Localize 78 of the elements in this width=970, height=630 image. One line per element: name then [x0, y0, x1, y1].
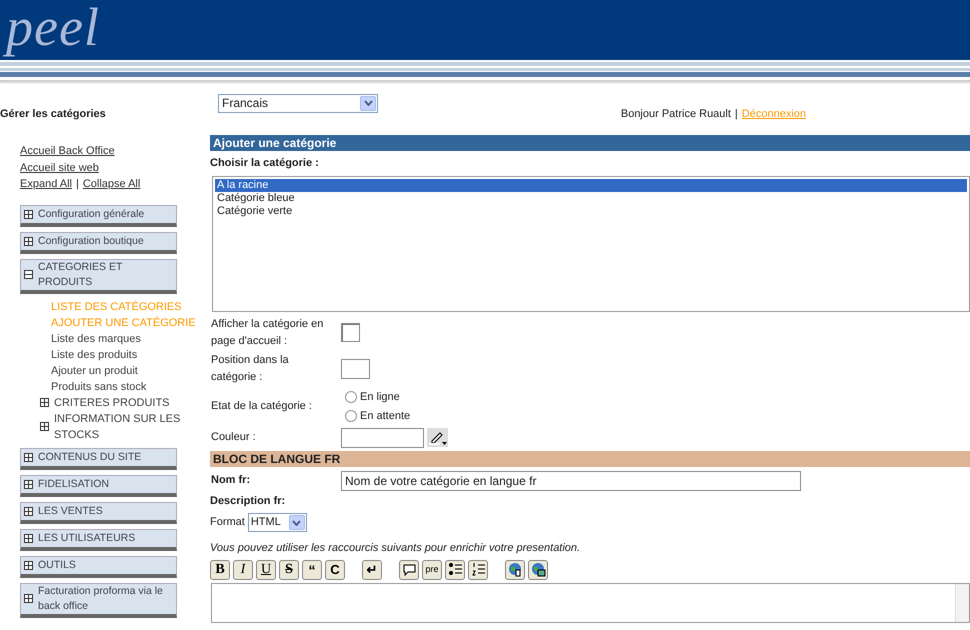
field-label: Nom fr:: [210, 473, 252, 488]
hint-text: Vous pouvez utiliser les raccourcis suivants pour enrichir votre presentation.: [210, 541, 582, 556]
section-header: Ajouter une catégorie: [210, 135, 970, 151]
expand-all-link[interactable]: Expand All: [20, 176, 72, 192]
logo: peel: [0, 0, 100, 54]
plus-icon: [25, 534, 32, 542]
submenu-group[interactable]: CRITERES PRODUITS: [40, 394, 210, 410]
category-listbox[interactable]: A la racine Catégorie bleue Catégorie verte: [212, 176, 970, 312]
field-label: Format: [210, 515, 245, 530]
checkbox[interactable]: [341, 323, 360, 342]
plus-icon: [25, 595, 32, 602]
format-button[interactable]: [528, 560, 548, 580]
field-label: Choisir la catégorie :: [210, 156, 320, 171]
radio-label: En attente: [360, 408, 410, 424]
field-label: Afficher la catégorie en page d'accueil :: [210, 316, 324, 348]
plus-icon: [25, 480, 32, 488]
list-option[interactable]: Catégorie bleue: [215, 192, 967, 204]
numbered-list-icon: [470, 562, 486, 577]
menu-header[interactable]: CONTENUS DU SITE: [20, 448, 177, 470]
greeting: Bonjour Patrice Ruault: [620, 108, 731, 120]
menu-header[interactable]: Facturation proforma via le back office: [20, 582, 177, 618]
menu-header[interactable]: CATEGORIES ET PRODUITS: [20, 258, 177, 294]
menu-header[interactable]: OUTILS: [20, 556, 177, 578]
submenu-link[interactable]: Produits sans stock: [40, 378, 210, 394]
language-select[interactable]: Francais: [218, 94, 378, 112]
color-picker-button[interactable]: [427, 428, 448, 447]
menu-header[interactable]: LES UTILISATEURS: [20, 528, 177, 550]
name-input[interactable]: Nom de votre catégorie en langue fr: [341, 470, 801, 490]
format-select[interactable]: HTML: [248, 513, 307, 532]
menu-header[interactable]: FIDELISATION: [20, 474, 177, 496]
page-title: Gérer les catégories: [0, 106, 107, 122]
minus-icon: [25, 271, 32, 278]
nav-link[interactable]: Accueil site web: [20, 160, 99, 176]
list-option[interactable]: Catégorie verte: [215, 204, 967, 218]
color-input[interactable]: [341, 428, 424, 448]
format-button[interactable]: [445, 560, 465, 580]
field-label: Etat de la catégorie :: [210, 399, 313, 414]
plus-icon: [41, 423, 48, 430]
format-button[interactable]: pre: [422, 560, 442, 580]
radio-button[interactable]: [344, 410, 356, 422]
format-button[interactable]: [505, 560, 525, 580]
separator: |: [76, 178, 79, 190]
format-button[interactable]: “: [302, 560, 322, 580]
speech-bubble-icon: [402, 562, 416, 577]
field-label: Position dans la catégorie :: [210, 352, 290, 384]
field-label: Description fr:: [210, 494, 286, 508]
format-button[interactable]: [468, 560, 488, 580]
field-label: Couleur :: [210, 430, 257, 445]
plus-icon: [25, 454, 32, 460]
bulleted-list-icon: [448, 562, 462, 577]
format-button[interactable]: [399, 560, 419, 580]
text-input[interactable]: [341, 358, 370, 378]
plus-icon: [25, 508, 32, 514]
radio-button[interactable]: [344, 390, 356, 402]
plus-icon: [25, 238, 32, 244]
section-header: BLOC DE LANGUE FR: [210, 450, 970, 466]
menu-header[interactable]: LES VENTES: [20, 502, 177, 524]
separator: |: [734, 108, 738, 120]
menu-header[interactable]: Configuration boutique: [20, 232, 177, 254]
format-button[interactable]: ↵: [362, 560, 382, 580]
submenu-group[interactable]: INFORMATION SUR LES STOCKS: [40, 410, 210, 442]
globe-image-icon: [530, 562, 546, 577]
collapse-all-link[interactable]: Collapse All: [82, 176, 140, 192]
menu-header[interactable]: Configuration générale: [20, 204, 177, 226]
format-button[interactable]: U: [256, 560, 276, 580]
format-button[interactable]: C: [325, 560, 345, 580]
format-button[interactable]: S: [279, 560, 299, 580]
list-option[interactable]: A la racine: [215, 178, 967, 192]
submenu-link[interactable]: Liste des marques: [40, 330, 210, 346]
radio-label: En ligne: [360, 390, 400, 405]
plus-icon: [41, 399, 48, 406]
plus-icon: [25, 562, 32, 568]
plus-icon: [25, 210, 32, 218]
nav-link[interactable]: Accueil Back Office: [20, 143, 115, 159]
format-button[interactable]: I: [233, 560, 253, 580]
format-button[interactable]: B: [210, 560, 230, 580]
submenu-link[interactable]: Liste des produits: [40, 346, 210, 362]
submenu-link[interactable]: Ajouter un produit: [40, 362, 210, 378]
